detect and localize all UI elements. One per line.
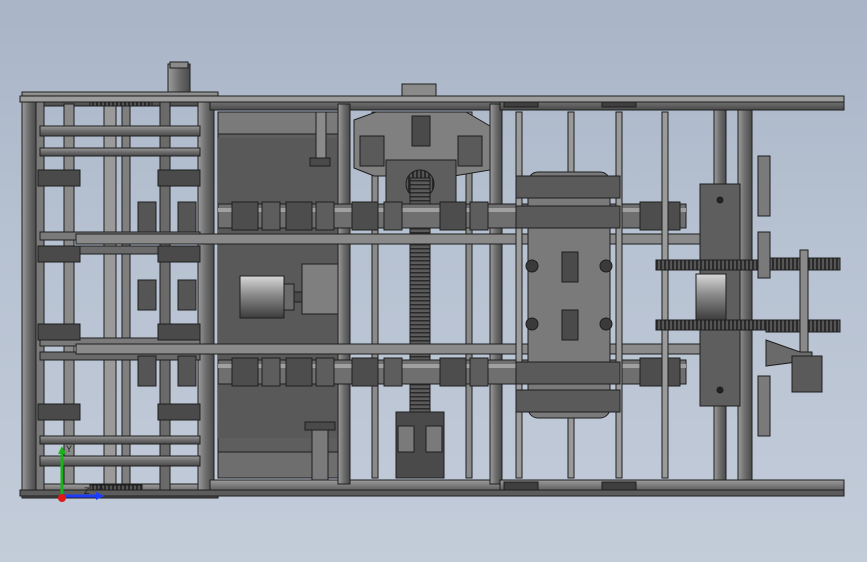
right-upper-gear (655, 259, 767, 271)
right-stepper-motor (791, 355, 823, 393)
left-top-post (167, 63, 191, 97)
right-frame-assembly (499, 95, 845, 497)
coordinate-triad: Y Z X (58, 444, 104, 502)
triad-y-label: Y (66, 444, 72, 454)
motor-gearbox (301, 263, 339, 315)
center-motor (239, 275, 285, 319)
center-plate-assembly (209, 83, 507, 497)
triad-z-axis (58, 494, 66, 502)
triad-z-label: Z (84, 486, 90, 496)
triad-x-arrow (96, 492, 104, 500)
right-lower-gear (655, 319, 767, 331)
cad-model-view[interactable] (0, 0, 867, 562)
left-frame-assembly (21, 61, 219, 499)
triad-y-arrow (58, 446, 66, 454)
triad-x-label: X (98, 482, 104, 492)
